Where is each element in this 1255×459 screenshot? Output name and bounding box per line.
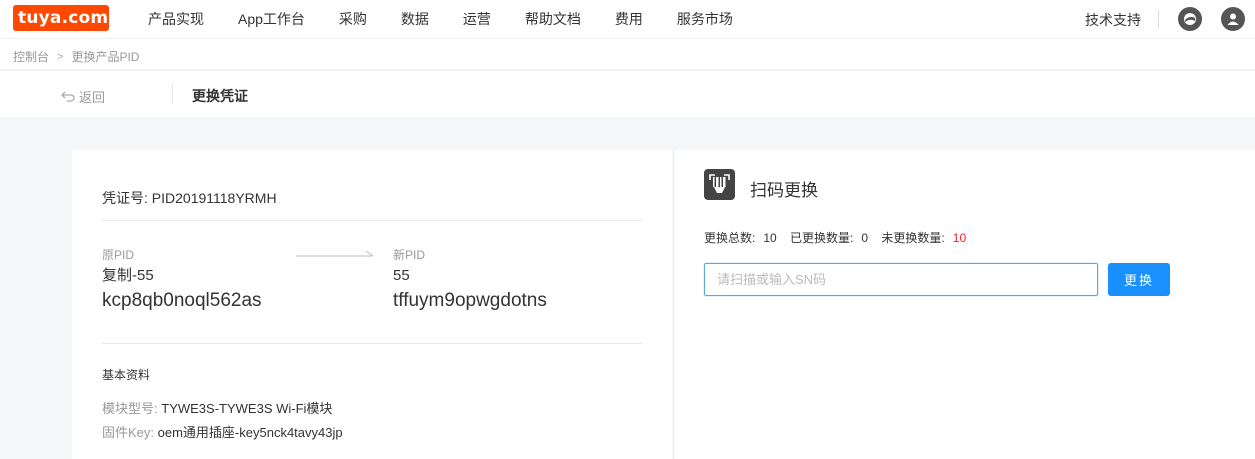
total-count-label: 更换总数: (704, 231, 756, 245)
voucher-number: 凭证号: PID20191118YRMH (102, 188, 277, 208)
voucher-details-panel: 凭证号: PID20191118YRMH 原PID 复制-55 kcp8qb0n… (72, 150, 672, 459)
globe-icon[interactable] (1178, 7, 1202, 31)
done-count-label: 已更换数量: (790, 231, 854, 245)
module-model-value: TYWE3S-TYWE3S Wi-Fi模块 (161, 401, 333, 416)
total-count-value: 10 (763, 231, 777, 245)
back-label: 返回 (79, 90, 106, 105)
scan-title: 扫码更换 (750, 181, 818, 200)
scan-replace-panel: 扫码更换 更换总数: 10 已更换数量: 0 未更换数量: 10 更换 (673, 150, 1255, 459)
nav-divider (1158, 10, 1159, 28)
old-pid-value: kcp8qb0noql562as (102, 290, 262, 311)
nav-item-purchase[interactable]: 采购 (339, 9, 367, 29)
firmware-key-label: 固件Key: (102, 425, 155, 440)
firmware-key-row: 固件Key: oem通用插座-key5nck4tavy43jp (102, 422, 343, 441)
barcode-scanner-icon (704, 169, 735, 200)
nav-item-operations[interactable]: 运营 (463, 9, 491, 29)
page-title: 更换凭证 (192, 88, 248, 104)
new-pid-block: 新PID 55 tffuym9opwgdotns (393, 247, 547, 314)
pending-count-value: 10 (952, 231, 967, 245)
pending-count-label: 未更换数量: (881, 231, 945, 245)
breadcrumb-home[interactable]: 控制台 (13, 48, 49, 65)
breadcrumb: 控制台 > 更换产品PID (13, 48, 139, 65)
main-nav: 产品实现 App工作台 采购 数据 运营 帮助文档 费用 服务市场 (148, 0, 767, 38)
voucher-value: PID20191118YRMH (151, 190, 277, 206)
back-arrow-icon (61, 91, 75, 102)
basic-info-title: 基本资料 (102, 368, 151, 382)
back-button[interactable]: 返回 (61, 87, 105, 106)
breadcrumb-bar: 控制台 > 更换产品PID (0, 38, 1255, 69)
old-pid-name: 复制-55 (102, 267, 154, 284)
module-model-row: 模块型号: TYWE3S-TYWE3S Wi-Fi模块 (102, 398, 332, 417)
nav-item-help-docs[interactable]: 帮助文档 (525, 9, 581, 29)
subheader-divider (172, 84, 173, 104)
nav-item-fees[interactable]: 费用 (615, 9, 643, 29)
tuya-logo[interactable]: tuya.com (13, 5, 109, 31)
page-subheader: 返回 更换凭证 (0, 70, 1255, 117)
new-pid-value: tffuym9opwgdotns (393, 290, 547, 311)
done-count-value: 0 (861, 231, 869, 245)
logo-text: tuya.com (18, 8, 109, 28)
firmware-key-value: oem通用插座-key5nck4tavy43jp (157, 425, 343, 440)
nav-item-app-workbench[interactable]: App工作台 (238, 9, 305, 29)
tech-support-link[interactable]: 技术支持 (1085, 10, 1141, 30)
divider (102, 220, 642, 221)
nav-item-service-market[interactable]: 服务市场 (677, 9, 733, 29)
user-icon[interactable] (1221, 7, 1245, 31)
chevron-right-icon: > (57, 50, 64, 63)
top-navbar: tuya.com 产品实现 App工作台 采购 数据 运营 帮助文档 费用 服务… (0, 0, 1255, 38)
sn-code-input[interactable] (704, 263, 1098, 296)
replace-counts: 更换总数: 10 已更换数量: 0 未更换数量: 10 (704, 229, 976, 246)
voucher-label: 凭证号: (102, 190, 148, 206)
breadcrumb-current: 更换产品PID (71, 50, 140, 64)
divider (102, 343, 642, 344)
old-pid-block: 原PID 复制-55 kcp8qb0noql562as (102, 247, 262, 314)
new-pid-name: 55 (393, 267, 410, 284)
module-model-label: 模块型号: (102, 401, 158, 416)
old-pid-label: 原PID (102, 248, 135, 262)
arrow-right-icon (296, 250, 374, 257)
new-pid-label: 新PID (393, 248, 426, 262)
nav-item-product[interactable]: 产品实现 (148, 9, 204, 29)
replace-button[interactable]: 更换 (1108, 263, 1170, 296)
nav-item-data[interactable]: 数据 (401, 9, 429, 29)
